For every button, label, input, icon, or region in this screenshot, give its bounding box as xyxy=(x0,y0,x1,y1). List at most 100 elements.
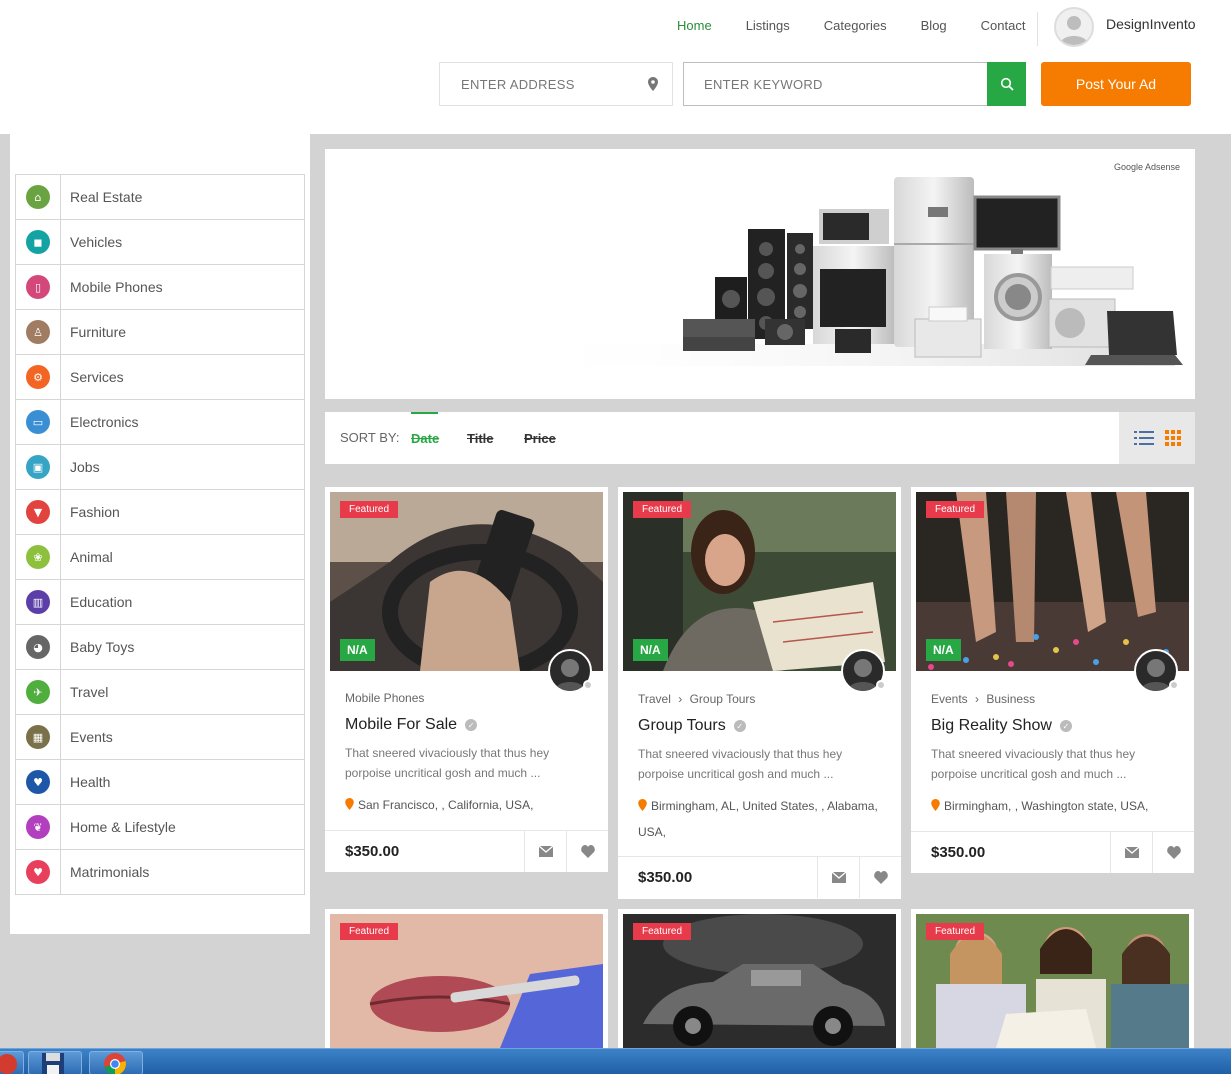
category-icon-cell: ❦ xyxy=(16,805,61,849)
category-label[interactable]: Matrimonials xyxy=(61,864,149,880)
listing-title[interactable]: Big Reality Show ✓ xyxy=(931,717,1072,735)
listing-image[interactable]: Featured N/A xyxy=(330,492,603,671)
taskbar-chrome-app[interactable] xyxy=(89,1051,143,1074)
listing-subcategory[interactable]: Group Tours xyxy=(690,692,756,706)
sidebar-category-item[interactable]: ▼ Fashion xyxy=(16,490,304,535)
sidebar-category-item[interactable]: ◼ Vehicles xyxy=(16,220,304,265)
sort-by-date[interactable]: Date xyxy=(411,431,439,446)
sidebar-category-item[interactable]: ♥ Health xyxy=(16,760,304,805)
nav-home[interactable]: Home xyxy=(673,18,716,33)
category-label[interactable]: Furniture xyxy=(61,324,126,340)
category-label[interactable]: Home & Lifestyle xyxy=(61,819,176,835)
listing-description: That sneered vivaciously that thus hey p… xyxy=(931,747,1136,781)
keyword-placeholder: ENTER KEYWORD xyxy=(704,76,823,92)
address-input[interactable]: ENTER ADDRESS xyxy=(439,62,673,106)
sidebar-category-item[interactable]: ◕ Baby Toys xyxy=(16,625,304,670)
category-icon-cell: ⌂ xyxy=(16,175,61,219)
sidebar-category-item[interactable]: ▯ Mobile Phones xyxy=(16,265,304,310)
user-name[interactable]: DesignInvento xyxy=(1106,16,1196,32)
category-icon-cell: ▥ xyxy=(16,580,61,624)
taskbar-save-app[interactable] xyxy=(28,1051,82,1074)
envelope-icon xyxy=(1124,847,1139,858)
sidebar-category-item[interactable]: ⚙ Services xyxy=(16,355,304,400)
sort-by-price[interactable]: Price xyxy=(524,431,556,446)
listing-image[interactable]: Featured xyxy=(623,914,896,1048)
sidebar-category-item[interactable]: ▦ Events xyxy=(16,715,304,760)
avatar[interactable] xyxy=(1054,7,1094,47)
os-taskbar xyxy=(0,1048,1231,1074)
sidebar-category-item[interactable]: ♥ Matrimonials xyxy=(16,850,304,895)
category-label[interactable]: Mobile Phones xyxy=(61,279,163,295)
list-view-icon[interactable] xyxy=(1133,430,1154,446)
category-label[interactable]: Vehicles xyxy=(61,234,122,250)
breadcrumb-chevron-icon: › xyxy=(975,692,980,706)
category-label[interactable]: Education xyxy=(61,594,132,610)
category-label[interactable]: Animal xyxy=(61,549,113,565)
listing-image[interactable]: Featured xyxy=(330,914,603,1048)
ad-banner[interactable]: Google Adsense xyxy=(325,149,1195,399)
category-label[interactable]: Electronics xyxy=(61,414,138,430)
category-icon-cell: ▼ xyxy=(16,490,61,534)
listing-location: Birmingham, , Washington state, USA, xyxy=(931,793,1181,819)
listing-card[interactable]: Featured N/A Events › Business Big Reali… xyxy=(911,487,1194,873)
favorite-button[interactable] xyxy=(566,831,608,872)
sidebar-category-item[interactable]: ❦ Home & Lifestyle xyxy=(16,805,304,850)
message-button[interactable] xyxy=(1110,832,1152,873)
listing-card[interactable]: Featured N/A Mobile Phones Mobile For Sa… xyxy=(325,487,608,872)
message-button[interactable] xyxy=(524,831,566,872)
category-label[interactable]: Jobs xyxy=(61,459,100,475)
featured-badge: Featured xyxy=(340,501,399,518)
listing-card[interactable]: Featured xyxy=(911,909,1194,1048)
listing-card[interactable]: Featured N/A Travel › Group Tours Group … xyxy=(618,487,901,899)
nav-contact[interactable]: Contact xyxy=(977,18,1030,33)
sidebar-category-item[interactable]: ▥ Education xyxy=(16,580,304,625)
taskbar-app-icon[interactable] xyxy=(0,1051,24,1074)
favorite-button[interactable] xyxy=(1152,832,1194,873)
listing-title-text[interactable]: Big Reality Show xyxy=(931,717,1052,735)
favorite-button[interactable] xyxy=(859,857,901,898)
listing-image[interactable]: Featured N/A xyxy=(623,492,896,671)
search-button[interactable] xyxy=(987,62,1026,106)
listing-card[interactable]: Featured xyxy=(618,909,901,1048)
sidebar-category-item[interactable]: ▭ Electronics xyxy=(16,400,304,445)
grid-view-icon[interactable] xyxy=(1164,430,1181,446)
map-pin-icon[interactable] xyxy=(648,77,658,91)
chrome-icon xyxy=(104,1053,126,1074)
category-label[interactable]: Fashion xyxy=(61,504,120,520)
listing-footer: $350.00 xyxy=(911,831,1194,873)
sort-by-title[interactable]: Title xyxy=(467,431,494,446)
nav-listings[interactable]: Listings xyxy=(742,18,794,33)
post-ad-button[interactable]: Post Your Ad xyxy=(1041,62,1191,106)
category-label[interactable]: Health xyxy=(61,774,110,790)
sidebar-category-item[interactable]: ❀ Animal xyxy=(16,535,304,580)
sidebar-category-item[interactable]: ♙ Furniture xyxy=(16,310,304,355)
sidebar-category-item[interactable]: ⌂ Real Estate xyxy=(16,175,304,220)
listing-image[interactable]: Featured xyxy=(916,914,1189,1048)
category-label[interactable]: Events xyxy=(61,729,113,745)
listing-title[interactable]: Mobile For Sale ✓ xyxy=(345,716,478,734)
category-label[interactable]: Services xyxy=(61,369,124,385)
category-label[interactable]: Baby Toys xyxy=(61,639,134,655)
message-button[interactable] xyxy=(817,857,859,898)
listing-category[interactable]: Travel xyxy=(638,692,671,706)
category-icon-cell: ▯ xyxy=(16,265,61,309)
sidebar-category-item[interactable]: ✈ Travel xyxy=(16,670,304,715)
listing-card[interactable]: Featured xyxy=(325,909,608,1048)
category-icon-cell: ⚙ xyxy=(16,355,61,399)
listing-image[interactable]: Featured N/A xyxy=(916,492,1189,671)
sidebar-category-item[interactable]: ▣ Jobs xyxy=(16,445,304,490)
listing-title-text[interactable]: Group Tours xyxy=(638,717,726,735)
listing-category[interactable]: Mobile Phones xyxy=(345,691,424,705)
category-label[interactable]: Travel xyxy=(61,684,108,700)
category-label[interactable]: Real Estate xyxy=(61,189,142,205)
user-menu[interactable]: DesignInvento xyxy=(1054,7,1196,47)
listing-title[interactable]: Group Tours ✓ xyxy=(638,717,746,735)
listing-title-text[interactable]: Mobile For Sale xyxy=(345,716,457,734)
nav-categories[interactable]: Categories xyxy=(820,18,891,33)
sort-bar: SORT BY: Date Title Price xyxy=(325,412,1195,464)
listing-subcategory[interactable]: Business xyxy=(986,692,1035,706)
listing-category[interactable]: Events xyxy=(931,692,968,706)
nav-blog[interactable]: Blog xyxy=(917,18,951,33)
keyword-input[interactable]: ENTER KEYWORD xyxy=(683,62,987,106)
listing-breadcrumb: Travel › Group Tours xyxy=(638,692,755,706)
